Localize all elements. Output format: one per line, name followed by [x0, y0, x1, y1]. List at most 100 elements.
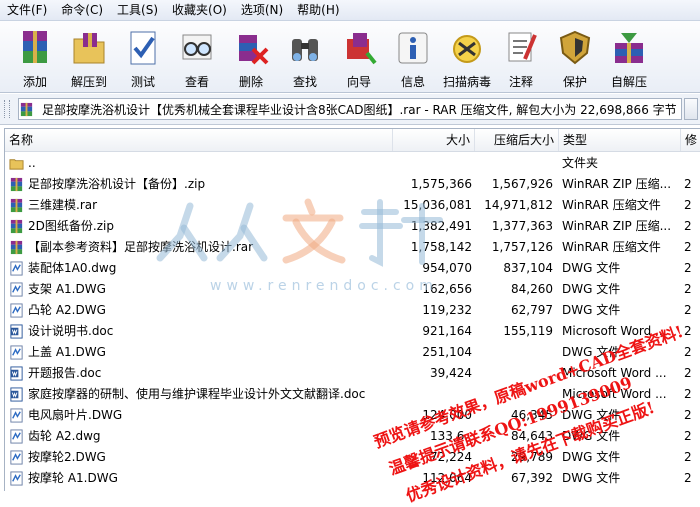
menu-item-0[interactable]: 文件(F): [0, 0, 54, 20]
file-modified: 2: [684, 219, 692, 233]
file-name: 2D图纸备份.zip: [28, 219, 114, 233]
file-modified: 2: [684, 387, 692, 401]
file-name: ..: [28, 156, 36, 170]
archive-icon: [10, 177, 23, 192]
virus-scan-icon: [453, 35, 481, 63]
column-name[interactable]: 名称: [5, 129, 393, 151]
file-packed-size: 84,643: [511, 429, 553, 443]
toolbar-button-10[interactable]: 保护: [548, 21, 602, 93]
file-name: 按摩轮 A1.DWG: [28, 471, 118, 485]
address-dropdown-button[interactable]: [684, 98, 698, 120]
file-packed-size: 1,567,926: [491, 177, 553, 191]
file-modified: 2: [684, 282, 692, 296]
table-row[interactable]: 凸轮 A2.DWG 119,232 62,797 DWG 文件 2: [5, 300, 700, 321]
file-type: DWG 文件: [562, 282, 621, 296]
menu-item-1[interactable]: 命令(C): [54, 0, 110, 20]
table-row[interactable]: 家庭按摩器的研制、使用与维护课程毕业设计外文文献翻译.doc Microsoft …: [5, 384, 700, 405]
toolbar-label: 查找: [292, 75, 317, 89]
file-size: [400, 384, 472, 405]
wizard-icon: [347, 33, 377, 65]
file-packed-size: 1,377,363: [491, 219, 553, 233]
file-name: 齿轮 A2.dwg: [28, 429, 101, 443]
file-name-cell: 开题报告.doc: [9, 363, 409, 384]
file-size: 124,000: [422, 408, 472, 422]
file-modified: 2: [684, 324, 692, 338]
table-row[interactable]: 齿轮 A2.dwg 133,6.. 84,643 DWG 文件 2: [5, 426, 700, 447]
table-row[interactable]: 按摩轮 A1.DWG 112,064 67,392 DWG 文件 2: [5, 468, 700, 489]
menu-item-2[interactable]: 工具(S): [110, 0, 165, 20]
toolbar-label: 信息: [400, 75, 425, 89]
toolbar-button-11[interactable]: 自解压: [602, 21, 656, 93]
menu-item-5[interactable]: 帮助(H): [290, 0, 346, 20]
toolbar-button-7[interactable]: 信息: [386, 21, 440, 93]
table-row[interactable]: 电风扇叶片.DWG 124,000 46,345 DWG 文件 2: [5, 405, 700, 426]
menu-item-4[interactable]: 选项(N): [234, 0, 290, 20]
table-row[interactable]: .. 文件夹: [5, 153, 700, 174]
toolbar-button-0[interactable]: 添加: [8, 21, 62, 93]
file-type: DWG 文件: [562, 345, 621, 359]
file-name: 家庭按摩器的研制、使用与维护课程毕业设计外文文献翻译.doc: [28, 387, 366, 401]
column-type[interactable]: 类型: [559, 129, 681, 151]
toolbar-label: 自解压: [610, 75, 647, 89]
column-size[interactable]: 大小: [393, 129, 475, 151]
archive-stack-icon: [23, 31, 47, 63]
file-list[interactable]: 名称 大小 压缩后大小 类型 修 .. 文件夹 足部按摩洗浴机设计【备份】.zip 1…: [4, 128, 700, 491]
file-name: 装配体1A0.dwg: [28, 261, 117, 275]
file-type: Microsoft Word ...: [562, 366, 667, 380]
toolbar-label: 删除: [238, 75, 263, 89]
view-glasses-icon: [182, 34, 212, 60]
file-name: 电风扇叶片.DWG: [28, 408, 123, 422]
toolbar-button-3[interactable]: 查看: [170, 21, 224, 93]
toolbar-button-8[interactable]: 扫描病毒: [440, 21, 494, 93]
dwg-file-icon: [10, 261, 23, 276]
archive-icon: [10, 219, 23, 234]
column-modified[interactable]: 修: [681, 129, 700, 151]
file-modified: 2: [684, 261, 692, 275]
dwg-file-icon: [10, 282, 23, 297]
table-row[interactable]: 上盖 A1.DWG 251,104 DWG 文件 2: [5, 342, 700, 363]
address-text: 足部按摩洗浴机设计【优秀机械全套课程毕业设计含8张CAD图纸】.rar - RA…: [42, 102, 677, 117]
address-field[interactable]: 足部按摩洗浴机设计【优秀机械全套课程毕业设计含8张CAD图纸】.rar - RA…: [18, 98, 682, 120]
file-packed-size: [480, 363, 553, 384]
toolbar-button-1[interactable]: 解压到: [62, 21, 116, 93]
file-type: DWG 文件: [562, 261, 621, 275]
table-row[interactable]: 设计说明书.doc 921,164 155,119 Microsoft Word ..…: [5, 321, 700, 342]
archive-icon: [10, 198, 23, 213]
toolbar-label: 添加: [22, 75, 47, 89]
column-packed[interactable]: 压缩后大小: [475, 129, 559, 151]
file-name: 按摩轮2.DWG: [28, 450, 106, 464]
file-packed-size: 29,789: [511, 450, 553, 464]
file-size: 251,104: [422, 345, 472, 359]
file-packed-size: 62,797: [511, 303, 553, 317]
extract-folder-icon: [73, 33, 105, 64]
shield-icon: [559, 30, 591, 65]
file-packed-size: 837,104: [503, 261, 553, 275]
file-name: 上盖 A1.DWG: [28, 345, 106, 359]
file-type: DWG 文件: [562, 429, 621, 443]
toolbar-button-4[interactable]: 删除: [224, 21, 278, 93]
dwg-file-icon: [10, 303, 23, 318]
file-packed-size: [480, 342, 553, 363]
menu-item-3[interactable]: 收藏夹(O): [165, 0, 234, 20]
toolbar: 添加 解压到 测试 查看 删除 查找 向导 信息 扫描病毒 注释 保护 自解压: [0, 21, 700, 93]
dwg-file-icon: [10, 471, 23, 486]
file-packed-size: 67,392: [511, 471, 553, 485]
table-row[interactable]: 开题报告.doc 39,424 Microsoft Word ... 2: [5, 363, 700, 384]
file-size: 112,064: [422, 471, 472, 485]
dwg-file-icon: [10, 345, 23, 360]
word-doc-icon: [10, 366, 23, 381]
file-modified: 2: [684, 429, 692, 443]
toolbar-label: 测试: [130, 75, 155, 89]
file-size: 133,6..: [430, 429, 472, 443]
file-name-cell: 凸轮 A2.DWG: [9, 300, 409, 321]
toolbar-button-5[interactable]: 查找: [278, 21, 332, 93]
info-icon: [398, 32, 428, 64]
toolbar-grip[interactable]: [4, 100, 10, 118]
toolbar-button-2[interactable]: 测试: [116, 21, 170, 93]
file-type: DWG 文件: [562, 471, 621, 485]
toolbar-button-9[interactable]: 注释: [494, 21, 548, 93]
toolbar-button-6[interactable]: 向导: [332, 21, 386, 93]
file-packed-size: [480, 384, 553, 405]
table-row[interactable]: 按摩轮2.DWG 72,224 29,789 DWG 文件 2: [5, 447, 700, 468]
file-packed-size: 84,260: [511, 282, 553, 296]
